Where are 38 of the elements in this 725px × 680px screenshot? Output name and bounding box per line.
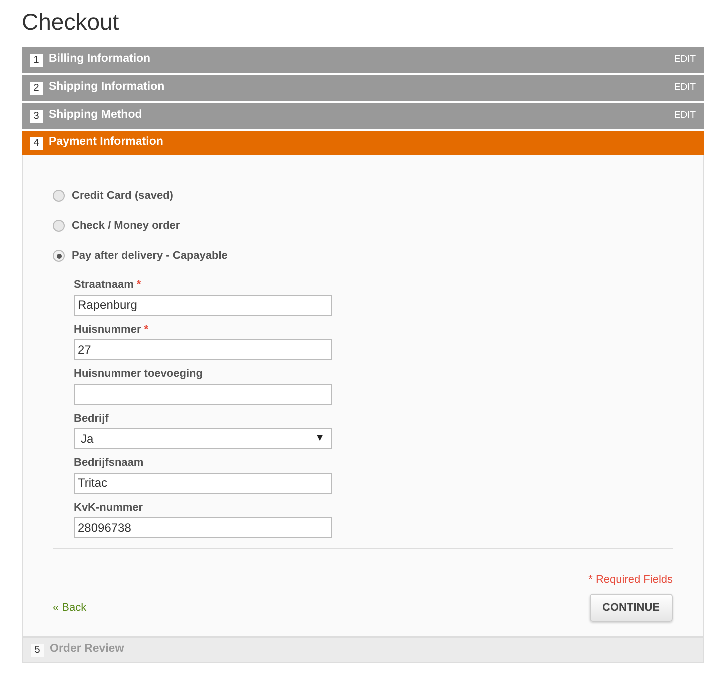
- input-field[interactable]: 27: [74, 339, 332, 360]
- dropdown-arrow-icon: ▼: [315, 431, 325, 446]
- step-title: Payment Information: [49, 135, 164, 150]
- step-title: Order Review: [50, 642, 124, 658]
- required-marker: *: [144, 322, 149, 338]
- field-label: Huisnummer toevoeging: [74, 367, 203, 382]
- step-header[interactable]: 1 Billing Information EDIT: [22, 47, 704, 73]
- required-marker: *: [136, 278, 142, 293]
- field-label: Straatnaam: [74, 278, 134, 293]
- continue-button[interactable]: CONTINUE: [590, 594, 673, 622]
- radio-label[interactable]: Credit Card (saved): [72, 188, 174, 204]
- input-field[interactable]: Tritac: [74, 472, 332, 494]
- step-number: 2: [30, 82, 43, 94]
- radio-button[interactable]: [53, 190, 65, 202]
- step-number: 4: [30, 136, 43, 150]
- step-title: Shipping Method: [49, 108, 142, 124]
- step-number: 5: [31, 644, 44, 656]
- step-header[interactable]: 3 Shipping Method EDIT: [22, 103, 704, 129]
- dropdown[interactable]: Ja ▼: [74, 428, 332, 449]
- radio-button[interactable]: [53, 220, 65, 232]
- required-note: * Required Fields: [588, 573, 673, 588]
- step-title: Shipping Information: [49, 80, 165, 96]
- page-title: Checkout: [22, 8, 120, 36]
- step-header[interactable]: 2 Shipping Information EDIT: [22, 75, 704, 101]
- field-label: Bedrijfsnaam: [74, 456, 144, 471]
- back-link[interactable]: « Back: [53, 600, 87, 616]
- radio-button[interactable]: [53, 250, 65, 262]
- radio-label[interactable]: Check / Money order: [72, 218, 180, 234]
- step-title: Billing Information: [49, 52, 151, 68]
- field-label: Huisnummer: [74, 322, 142, 338]
- input-field[interactable]: 28096738: [74, 517, 332, 538]
- field-label: Bedrijf: [74, 412, 109, 426]
- step-number: 3: [30, 110, 43, 122]
- radio-label[interactable]: Pay after delivery - Capayable: [72, 248, 228, 264]
- input-field[interactable]: [74, 384, 332, 404]
- input-field[interactable]: Rapenburg: [74, 294, 332, 316]
- field-label: KvK-nummer: [74, 500, 144, 516]
- step-number: 1: [30, 54, 43, 66]
